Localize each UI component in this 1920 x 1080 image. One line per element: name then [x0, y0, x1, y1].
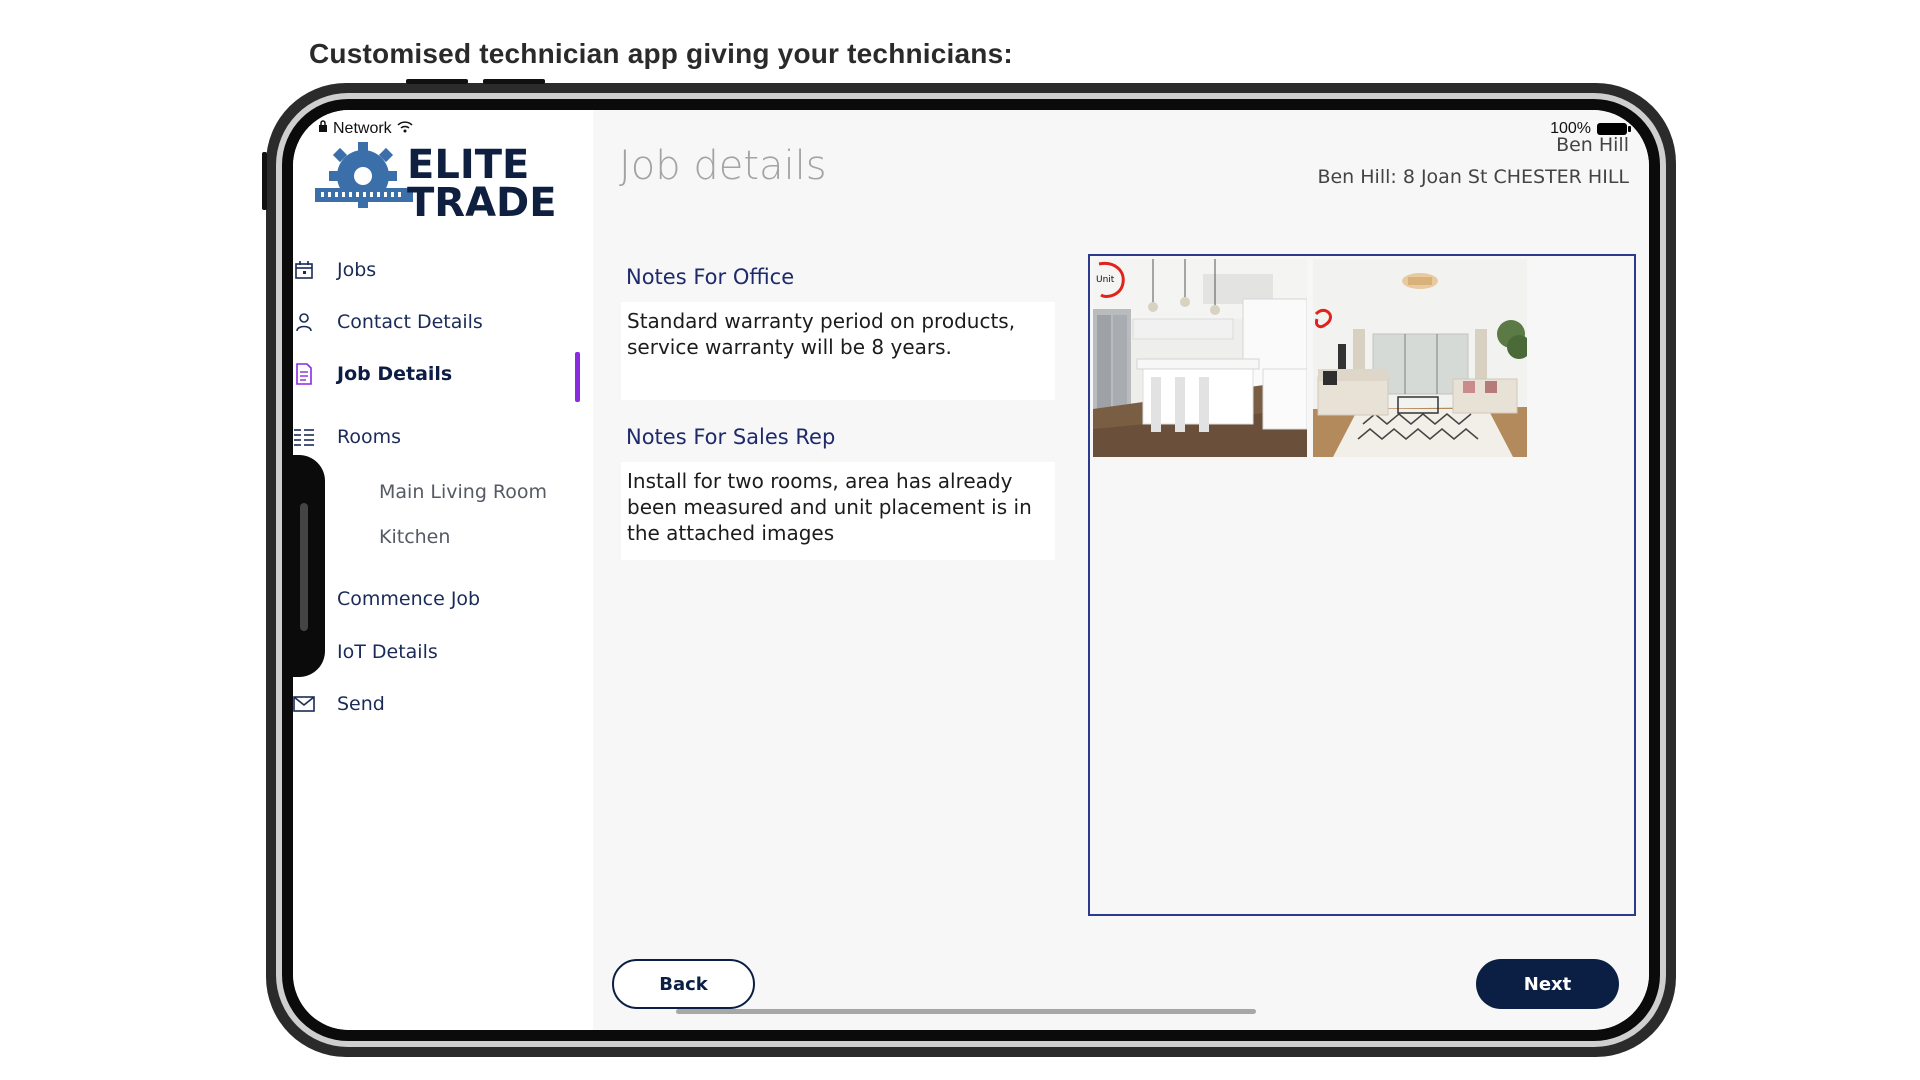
sidebar-item-label: Send — [337, 693, 385, 715]
photo-panel: Unit — [1088, 254, 1636, 916]
device-notch — [293, 455, 325, 677]
sidebar-item-contact-details[interactable]: Contact Details — [293, 310, 483, 334]
notes-office-field[interactable]: Standard warranty period on products, se… — [621, 302, 1055, 400]
calendar-icon — [293, 258, 316, 282]
sidebar-item-rooms[interactable]: Rooms — [293, 425, 401, 449]
document-icon — [293, 362, 316, 386]
main-content: Job details Ben Hill Ben Hill: 8 Joan St… — [593, 110, 1649, 1030]
gear-icon — [315, 142, 413, 208]
tablet-screen: Job details Ben Hill Ben Hill: 8 Joan St… — [293, 110, 1649, 1030]
elite-trade-logo: ELITE TRADE — [315, 134, 560, 226]
sidebar-item-jobs[interactable]: Jobs — [293, 258, 376, 282]
list-icon — [293, 425, 316, 449]
brand-line2: TRADE — [407, 180, 557, 220]
notes-office-label: Notes For Office — [626, 265, 795, 289]
active-indicator — [575, 352, 580, 402]
back-button[interactable]: Back — [612, 959, 755, 1009]
hardware-button-side — [262, 152, 267, 210]
next-button[interactable]: Next — [1476, 959, 1619, 1009]
status-bar-left: Network — [318, 120, 413, 138]
notes-sales-field[interactable]: Install for two rooms, area has already … — [621, 462, 1055, 560]
notes-sales-label: Notes For Sales Rep — [626, 425, 836, 449]
sidebar-item-label: Contact Details — [337, 311, 483, 333]
sidebar-item-send[interactable]: Send — [293, 692, 385, 716]
user-address: Ben Hill: 8 Joan St CHESTER HILL — [1317, 166, 1629, 188]
annotation-text: Unit — [1096, 275, 1115, 285]
person-icon — [293, 310, 316, 334]
status-bar-right: 100% — [1550, 120, 1631, 138]
wifi-icon — [397, 120, 413, 138]
battery-icon — [1597, 123, 1631, 135]
living-room-photo[interactable] — [1313, 259, 1527, 457]
page-title: Job details — [619, 143, 827, 189]
room-item-kitchen[interactable]: Kitchen — [379, 526, 450, 548]
notch-pill — [300, 503, 308, 631]
sidebar-item-label: Rooms — [337, 426, 402, 448]
sidebar-item-job-details[interactable]: Job Details — [293, 362, 452, 386]
sidebar-item-label: Jobs — [337, 259, 377, 281]
sidebar: ELITE TRADE Jobs Contact Details Job Det… — [293, 110, 593, 1030]
network-label: Network — [333, 120, 392, 137]
kitchen-photo[interactable]: Unit — [1093, 259, 1307, 457]
room-item-main-living-room[interactable]: Main Living Room — [379, 481, 547, 503]
hardware-button-top-1 — [406, 79, 468, 84]
home-indicator[interactable] — [676, 1009, 1256, 1014]
hardware-button-top-2 — [483, 79, 545, 84]
headline: Customised technician app giving your te… — [309, 38, 1013, 69]
sidebar-item-label: IoT Details — [337, 641, 438, 663]
battery-percent: 100% — [1550, 120, 1591, 137]
sidebar-item-label: Job Details — [337, 363, 453, 385]
envelope-icon — [293, 692, 316, 716]
sidebar-item-label: Commence Job — [337, 588, 481, 610]
lock-icon — [318, 120, 328, 138]
